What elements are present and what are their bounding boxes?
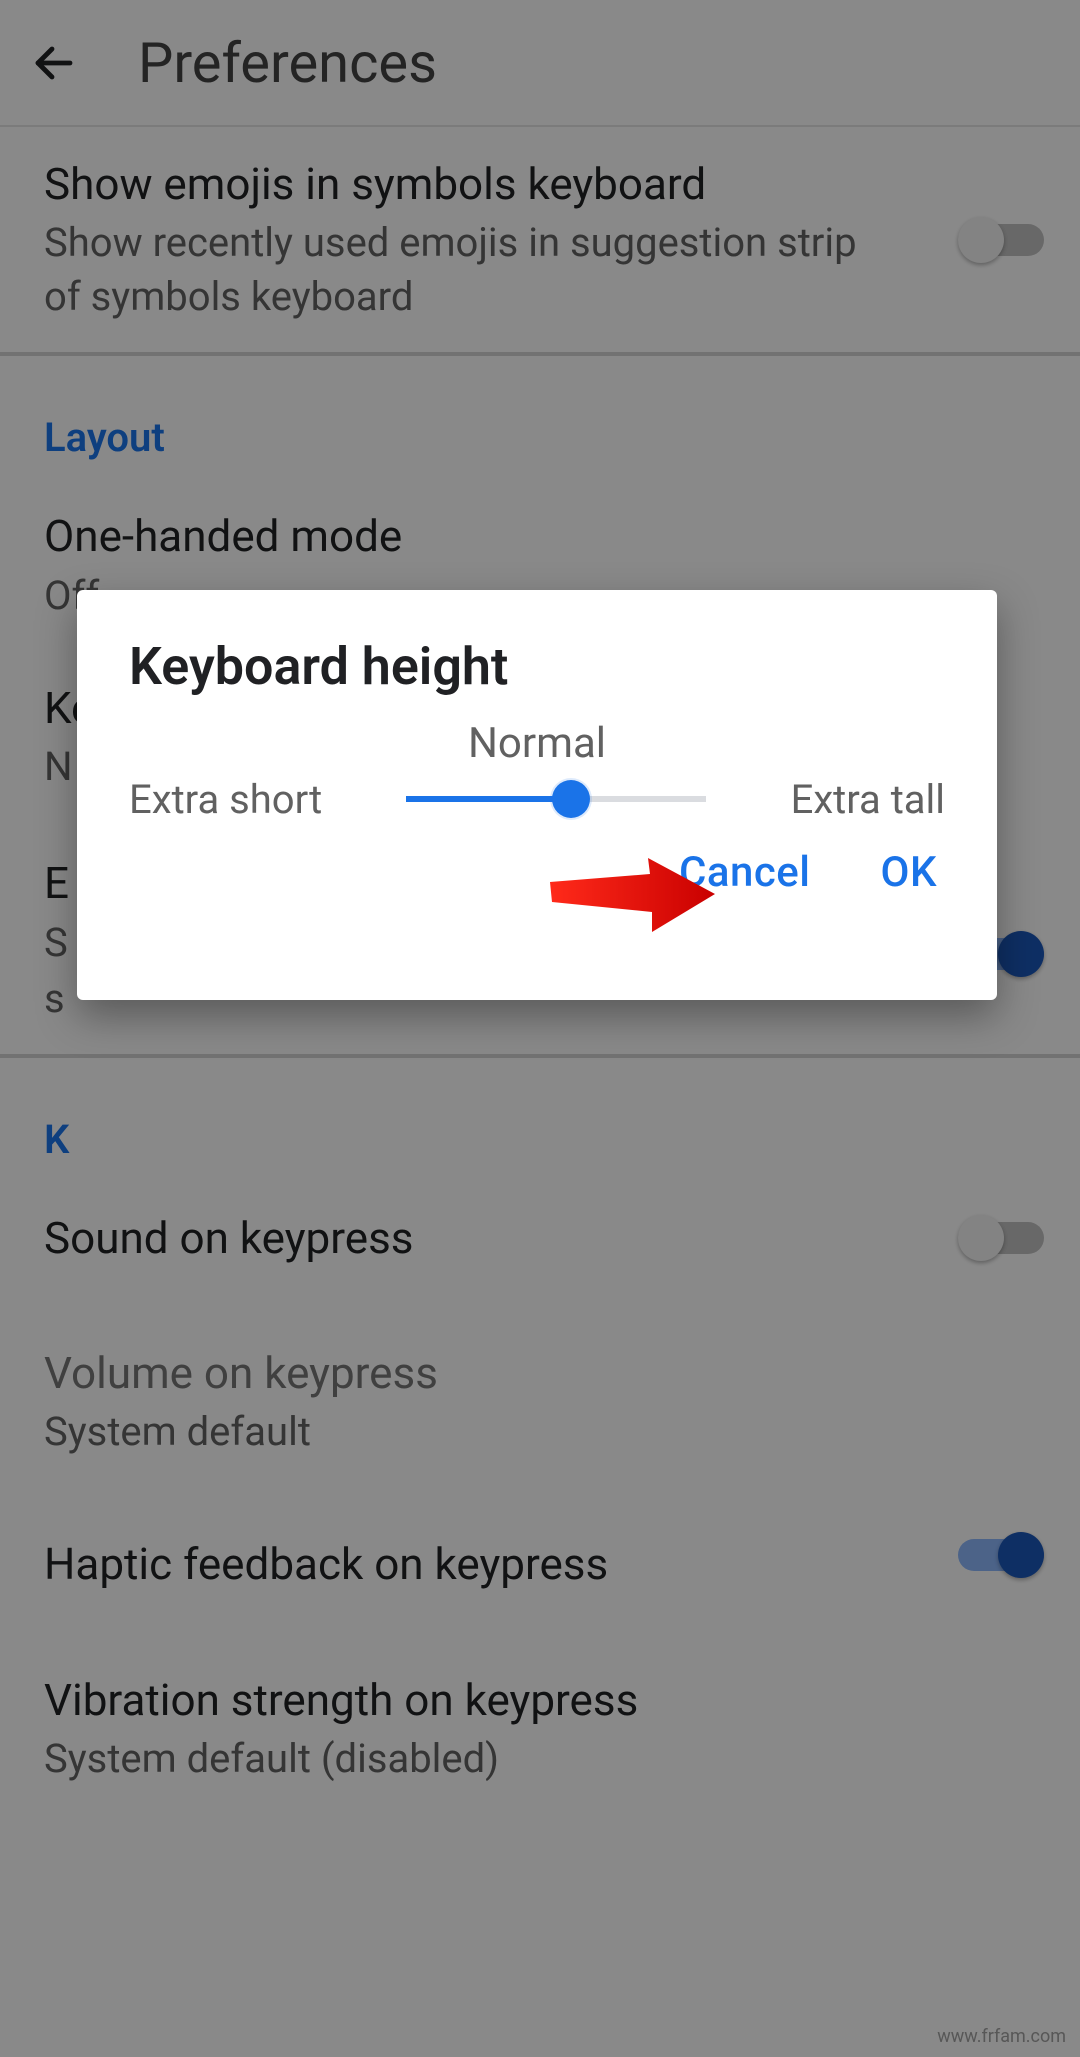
height-slider[interactable] (406, 774, 706, 824)
dialog-body: Normal Extra short Extra tall (77, 707, 997, 824)
slider-fill (406, 796, 571, 802)
dialog-actions: Cancel OK (77, 824, 997, 897)
keyboard-height-dialog: Keyboard height Normal Extra short Extra… (77, 590, 997, 1000)
slider-value-label: Normal (129, 719, 945, 768)
slider-thumb-icon[interactable] (552, 780, 590, 818)
dialog-scrim[interactable] (0, 0, 1080, 2057)
ok-button[interactable]: OK (881, 848, 937, 897)
slider-row: Extra short Extra tall (129, 774, 945, 824)
slider-max-label: Extra tall (791, 776, 945, 823)
cancel-button[interactable]: Cancel (679, 848, 811, 897)
slider-min-label: Extra short (129, 776, 322, 823)
settings-screen: Preferences Show emojis in symbols keybo… (0, 0, 1080, 2057)
dialog-title: Keyboard height (77, 590, 997, 707)
